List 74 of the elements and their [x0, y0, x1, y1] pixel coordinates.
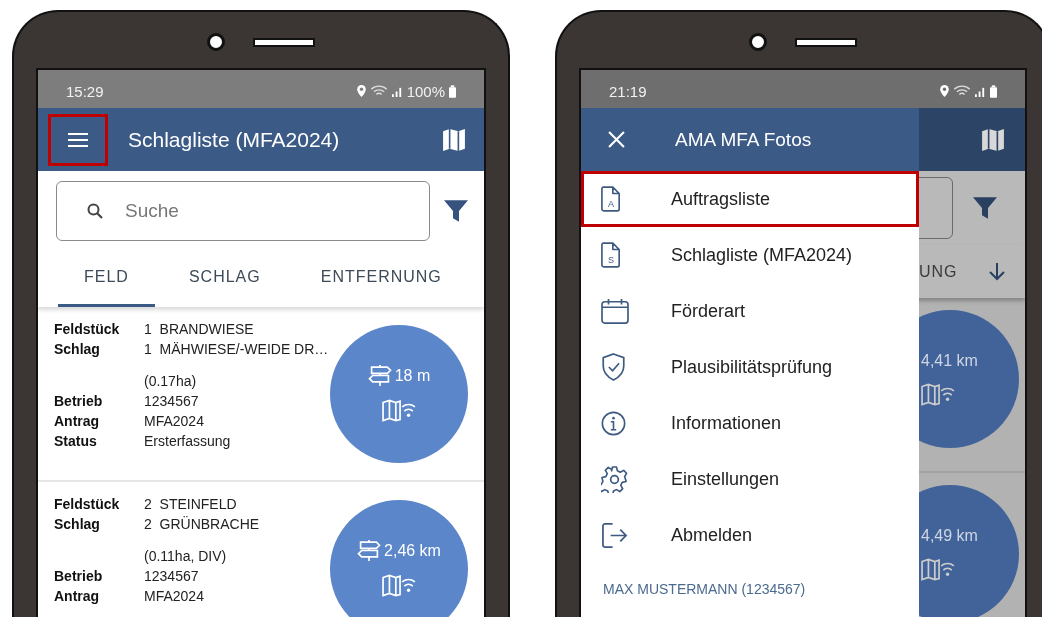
field-value: 1234567 [144, 392, 199, 411]
battery-icon [449, 84, 456, 98]
menu-icon [68, 131, 88, 148]
sort-tab[interactable]: SCHLAG [162, 249, 287, 307]
field-label: Antrag [54, 412, 101, 431]
signal-icon [391, 85, 403, 97]
map-wifi-icon [382, 398, 416, 422]
location-icon [356, 85, 366, 97]
field-label: Antrag [54, 587, 101, 606]
calendar-icon [601, 298, 629, 324]
camera-icon [749, 33, 767, 51]
map-icon[interactable] [981, 127, 1005, 152]
field-value: 1 MÄHWIESE/-WEIDE DR… [144, 340, 329, 359]
status-time: 21:19 [609, 82, 647, 100]
wifi-icon [369, 85, 388, 97]
sort-tab[interactable]: FELD [58, 249, 155, 307]
menu-button[interactable] [48, 113, 108, 166]
drawer-title: AMA MFA Fotos [675, 128, 812, 151]
sort-tab[interactable]: UNG [919, 262, 958, 281]
settings-icon [601, 465, 628, 493]
signpost-icon [367, 365, 392, 386]
field-label: Betrieb [54, 392, 104, 411]
field-value: Ersterfassung [144, 432, 231, 451]
battery-icon [990, 84, 997, 98]
info-icon [601, 410, 626, 436]
field-value: 2 STEINFELD [144, 495, 237, 514]
signpost-icon [357, 540, 382, 561]
field-value: MFA2024 [144, 412, 204, 431]
location-icon [940, 85, 949, 97]
search-field[interactable]: Suche [56, 181, 430, 241]
distance-text: 4,41 km [921, 351, 978, 370]
shield-check-icon [601, 353, 626, 381]
app-title: Schlagliste (MFA2024) [128, 127, 341, 152]
speaker-grille [795, 37, 857, 47]
field-label: Schlag [54, 340, 101, 359]
user-name: MAX MUSTERMANN (1234567) [602, 580, 807, 597]
battery-percent: 100% [406, 82, 445, 100]
field-value: MFA2024 [144, 587, 204, 606]
field-label: Feldstück [54, 320, 121, 339]
speaker-grille [253, 37, 315, 47]
distance-badge[interactable]: 2,46 km [330, 499, 468, 617]
logout-icon [601, 522, 628, 548]
field-label: Status [54, 432, 98, 451]
distance-text: 2,46 km [384, 541, 441, 560]
signal-icon [975, 85, 986, 97]
field-label: Feldstück [54, 495, 121, 514]
close-icon[interactable] [608, 131, 625, 148]
camera-icon [207, 33, 225, 51]
drawer-menu-item[interactable]: Abmelden [581, 507, 919, 563]
field-label: Schlag [54, 515, 101, 534]
field-value: (0.11ha, DIV) [144, 547, 227, 566]
map-wifi-icon [921, 556, 955, 581]
map-wifi-icon [921, 381, 955, 406]
map-wifi-icon [382, 573, 416, 597]
field-value: 1234567 [144, 567, 199, 586]
filter-icon[interactable] [444, 199, 468, 223]
field-value: 1 BRANDWIESE [144, 320, 254, 339]
field-value: (0.17ha) [144, 372, 197, 391]
drawer-menu-item[interactable]: Einstellungen [581, 451, 919, 507]
search-input[interactable]: Suche [123, 199, 327, 223]
map-icon[interactable] [442, 127, 466, 152]
sort-arrow-icon[interactable] [989, 262, 1005, 281]
wifi-icon [953, 85, 971, 97]
distance-text: 4,49 km [921, 526, 978, 545]
sort-tab[interactable]: ENTFERNUNG [294, 249, 468, 307]
distance-badge[interactable]: 18 m [330, 324, 468, 463]
filter-icon[interactable] [973, 196, 997, 221]
drawer-menu-item[interactable]: S Schlagliste (MFA2024) [581, 227, 919, 283]
search-icon [87, 203, 103, 219]
field-label: Betrieb [54, 567, 104, 586]
drawer-menu-item[interactable]: A Auftragsliste [581, 171, 919, 227]
field-value: 2 GRÜNBRACHE [144, 515, 260, 534]
distance-text: 18 m [394, 366, 431, 385]
status-time: 15:29 [66, 82, 104, 100]
